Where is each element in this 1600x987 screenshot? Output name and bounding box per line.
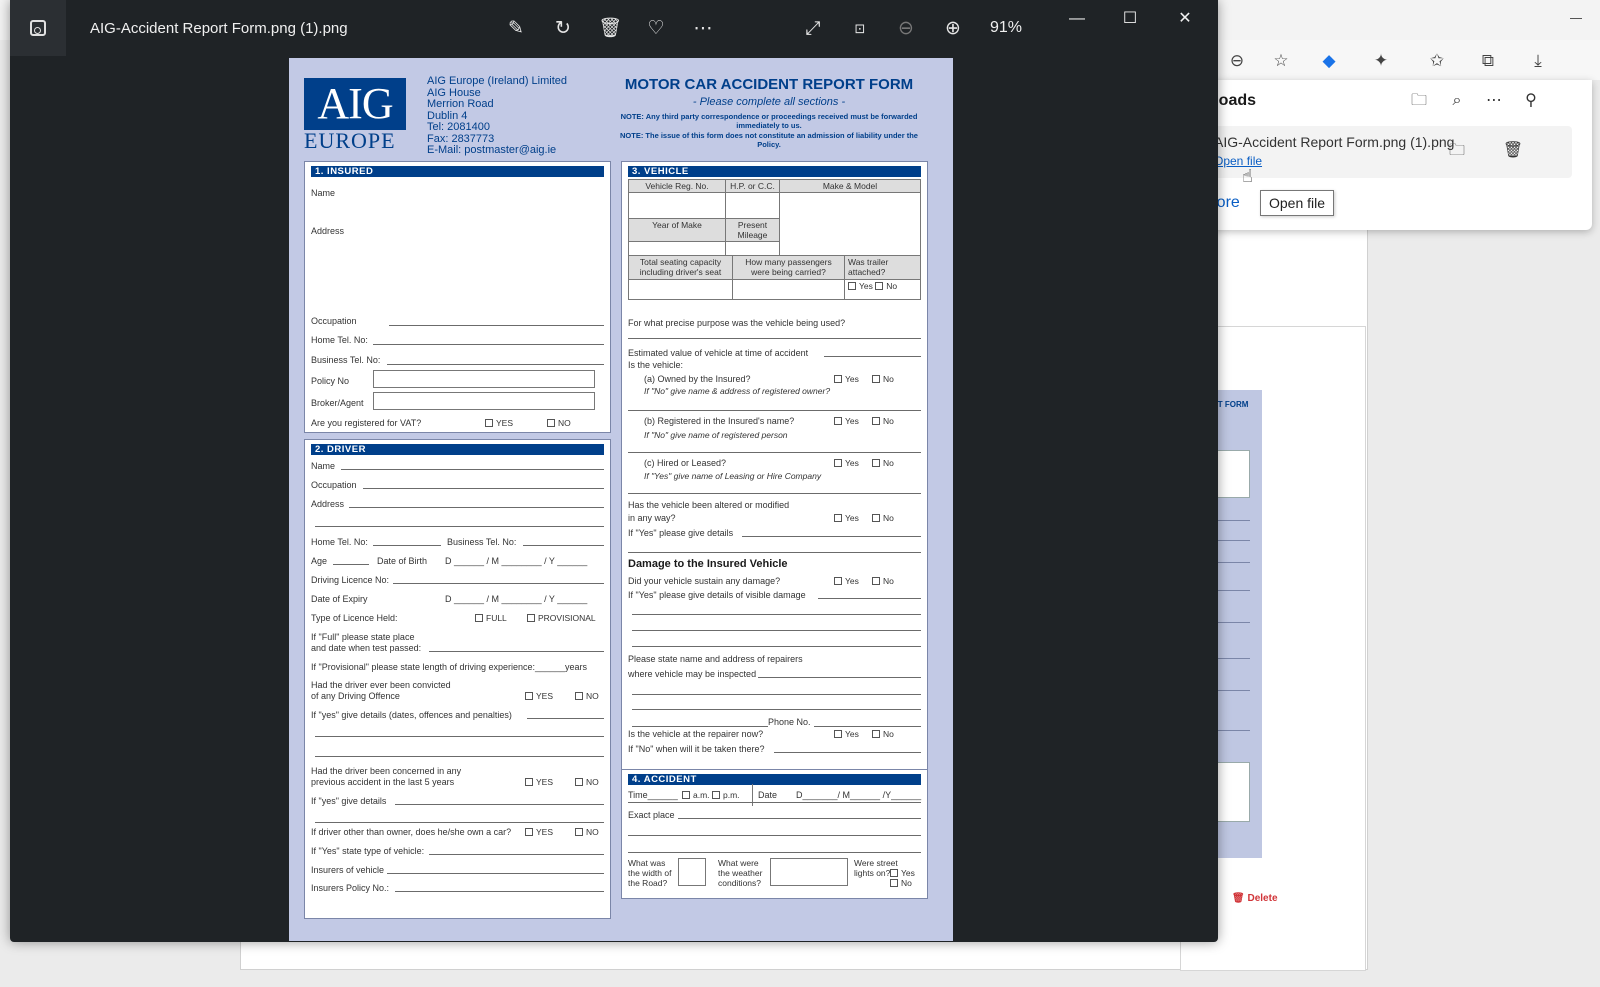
section-vehicle: 3. VEHICLE Vehicle Reg. No. H.P. or C.C. M… (621, 161, 928, 781)
aig-logo-sub: EUROPE (304, 128, 396, 153)
show-in-folder-icon[interactable]: 🗀 (1446, 140, 1468, 162)
search-icon[interactable]: ⌕ (1446, 90, 1468, 112)
section-driver: 2. DRIVER Name Occupation Address Home T… (304, 439, 611, 919)
download-file-name: AIG-Accident Report Form.png (1).png (1214, 134, 1455, 150)
delete-icon[interactable]: 🗑 (597, 16, 623, 42)
policy-no-box (373, 370, 595, 388)
section-header: 2. DRIVER (311, 444, 604, 455)
form-title: MOTOR CAR ACCIDENT REPORT FORM (624, 76, 914, 93)
delete-icon[interactable]: 🗑 (1502, 140, 1524, 162)
company-address: AIG Europe (Ireland) Limited AIG House Mer… (427, 75, 568, 156)
add-favorite-icon[interactable]: ☆ (1270, 50, 1292, 72)
aig-logo: AIG (304, 78, 406, 130)
edit-icon[interactable]: ✎ (503, 16, 529, 42)
open-file-link[interactable]: Open file (1214, 154, 1262, 168)
more-options-icon[interactable]: ⋯ (1483, 90, 1505, 112)
section-header: 3. VEHICLE (628, 166, 921, 177)
close-icon[interactable]: ✕ (1170, 8, 1200, 30)
broker-box (373, 392, 595, 410)
section-accident: 4. ACCIDENT Time______ a.m. p.m. Date D_… (621, 769, 928, 899)
zoom-in-icon[interactable]: ⊕ (940, 16, 966, 42)
more-icon[interactable]: ⋯ (690, 16, 716, 42)
maximize-icon[interactable]: ☐ (1115, 8, 1145, 30)
section-header: 1. INSURED (311, 166, 604, 177)
zoom-level[interactable]: 91% (990, 19, 1022, 37)
browser-toolbar: ◌ ⊖ ☆ ◆ ✦ ✩ ⧉ ⤓ (1190, 40, 1600, 80)
viewer-title-bar: AIG-Accident Report Form.png (1).png ✎ ↻… (10, 0, 1218, 58)
hand-cursor-icon: ☝ (1242, 166, 1253, 186)
favorite-icon[interactable]: ♡ (643, 16, 669, 42)
vehicle-details-table: Vehicle Reg. No. H.P. or C.C. Make & Model… (628, 179, 921, 266)
zoom-out-icon[interactable]: ⊖ (1226, 50, 1248, 72)
minimize-icon[interactable]: — (1062, 8, 1092, 30)
zoom-out-icon[interactable]: ⊖ (893, 16, 919, 42)
extensions-icon[interactable]: ✦ (1370, 50, 1392, 72)
photos-app-icon (10, 0, 66, 56)
downloads-panel: wnloads 🗀 ⌕ ⋯ ⚲ AIG-Accident Report Form… (1190, 80, 1592, 230)
actual-size-icon[interactable]: ⊡ (847, 16, 873, 42)
trash-icon: 🗑 (1232, 893, 1248, 904)
rotate-icon[interactable]: ↻ (550, 16, 576, 42)
damage-heading: Damage to the Insured Vehicle (628, 558, 788, 570)
background-delete-button[interactable]: 🗑 Delete (1232, 893, 1278, 904)
collections-icon[interactable]: ⧉ (1477, 50, 1499, 72)
viewer-title: AIG-Accident Report Form.png (1).png (90, 20, 348, 37)
form-note-2: NOTE: The issue of this form does not co… (620, 131, 918, 149)
extension-icon[interactable]: ◆ (1318, 50, 1340, 72)
form-note-1: NOTE: Any third party correspondence or … (620, 112, 918, 130)
downloads-icon[interactable]: ⤓ (1527, 50, 1549, 72)
open-folder-icon[interactable]: 🗀 (1408, 90, 1430, 112)
photo-viewer-window: AIG-Accident Report Form.png (1).png ✎ ↻… (10, 0, 1218, 942)
open-file-tooltip: Open file (1260, 190, 1335, 216)
pin-icon[interactable]: ⚲ (1520, 90, 1542, 112)
document-image: AIG EUROPE AIG Europe (Ireland) Limited A… (289, 58, 953, 941)
section-header: 4. ACCIDENT (628, 774, 921, 785)
fullscreen-icon[interactable]: ⤢ (800, 16, 826, 42)
section-insured: 1. INSURED Name Address Occupation Home … (304, 161, 611, 433)
favorites-icon[interactable]: ✩ (1426, 50, 1448, 72)
browser-minimize-icon[interactable] (1570, 18, 1582, 19)
vehicle-capacity-table: Total seating capacity including driver'… (628, 255, 921, 300)
form-subtitle: - Please complete all sections - (692, 96, 846, 108)
